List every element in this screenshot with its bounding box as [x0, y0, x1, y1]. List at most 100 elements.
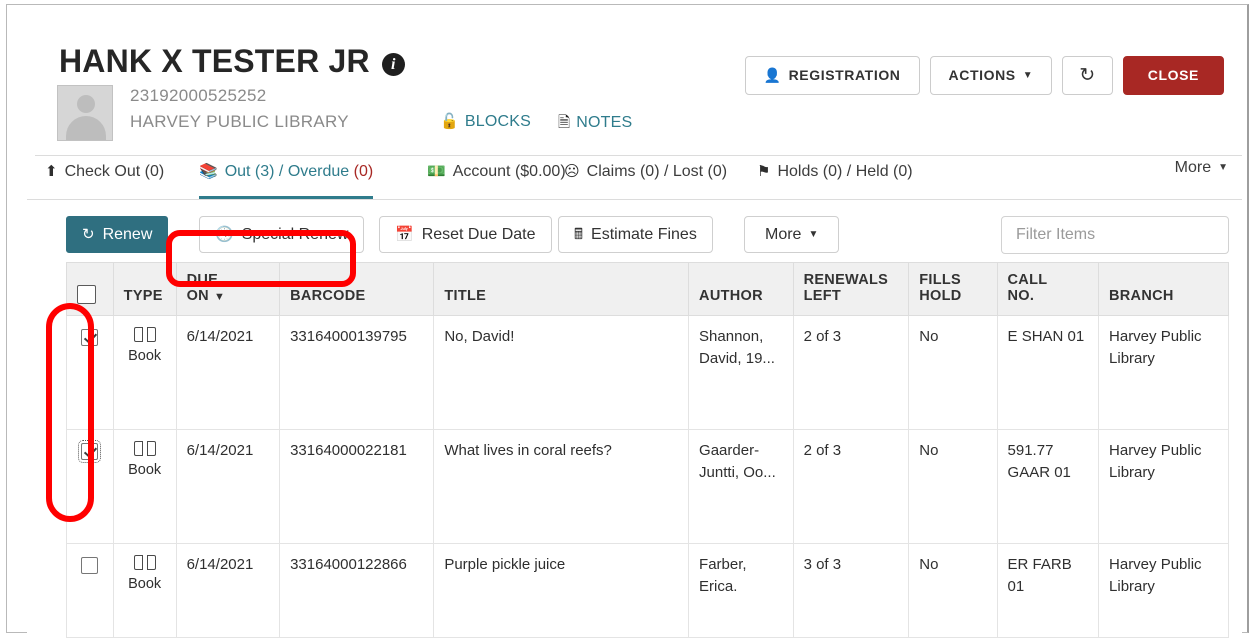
cell-title: Purple pickle juice: [433, 543, 690, 638]
items-grid-wrapper: TYPE DUE ON ▼ BARCODE TITLE AUTHOR RENEWA…: [66, 262, 1229, 638]
cell-type-label: Book: [128, 576, 162, 592]
tab-more-dropdown[interactable]: More ▼: [1175, 159, 1228, 177]
frown-face-icon: ☹: [564, 163, 580, 180]
upload-icon: ⬆: [45, 163, 58, 180]
cell-author: Farber, Erica.: [688, 543, 794, 638]
tab-holds-held[interactable]: ⚑ Holds (0) / Held (0): [757, 157, 913, 193]
column-header-type[interactable]: TYPE: [112, 262, 177, 316]
column-header-call-no[interactable]: CALL NO.: [996, 262, 1100, 316]
column-header-author[interactable]: AUTHOR: [688, 262, 794, 316]
column-header-fills-line2: HOLD: [919, 288, 962, 304]
cell-type: Book: [112, 429, 177, 544]
select-all-checkbox[interactable]: [77, 285, 96, 304]
column-header-due-line1: DUE: [186, 272, 219, 288]
tab-account[interactable]: 💵 Account ($0.00): [427, 157, 566, 193]
avatar: [57, 85, 113, 141]
cell-fills-hold: No: [908, 429, 998, 544]
tab-out-overdue-count: (0): [353, 163, 374, 180]
column-header-call-line1: CALL: [1007, 272, 1048, 288]
reset-due-date-button[interactable]: 📅 Reset Due Date: [379, 216, 552, 253]
refresh-icon: ↻: [1079, 65, 1096, 86]
cell-call-no: ER FARB 01: [996, 543, 1100, 638]
tab-out-overdue[interactable]: 📚 Out (3) / Overdue (0): [199, 157, 374, 199]
cell-barcode: 33164000139795: [279, 315, 435, 430]
patron-home-library: HARVEY PUBLIC LIBRARY: [130, 112, 349, 131]
screenshot-root: HANK X TESTER JR i 23192000525252 HARVEY …: [0, 0, 1259, 640]
cell-type: Book: [112, 543, 177, 638]
book-icon-right-page: [146, 441, 156, 456]
column-header-title[interactable]: TITLE: [433, 262, 690, 316]
column-header-renewals-left[interactable]: RENEWALS LEFT: [792, 262, 910, 316]
actions-dropdown-button[interactable]: ACTIONS ▼: [929, 56, 1053, 95]
row-select-cell[interactable]: [66, 315, 114, 430]
close-label: CLOSE: [1147, 67, 1199, 83]
tab-check-out-label: Check Out (0): [64, 163, 165, 180]
cell-author: Shannon, David, 19...: [688, 315, 794, 430]
actions-label: ACTIONS: [948, 67, 1016, 83]
cell-renewals-left: 3 of 3: [792, 543, 910, 638]
table-row[interactable]: Book 6/14/2021 33164000122866 Purple pic…: [66, 543, 1229, 638]
tab-claims-lost[interactable]: ☹ Claims (0) / Lost (0): [564, 157, 727, 193]
toolbar-more-button[interactable]: More ▼: [744, 216, 840, 253]
tab-check-out[interactable]: ⬆ Check Out (0): [45, 157, 164, 193]
blocks-label: BLOCKS: [464, 113, 532, 130]
registration-button[interactable]: 👤 REGISTRATION: [744, 56, 920, 95]
tab-claims-label: Claims (0) / Lost (0): [586, 163, 728, 180]
estimate-fines-button[interactable]: 🖩 Estimate Fines: [558, 216, 713, 253]
registration-label: REGISTRATION: [788, 67, 901, 83]
column-header-fills-hold[interactable]: FILLS HOLD: [908, 262, 998, 316]
page-title: HANK X TESTER JR i: [59, 43, 405, 80]
cell-fills-hold: No: [908, 315, 998, 430]
cell-due-on: 6/14/2021: [175, 543, 281, 638]
table-row[interactable]: Book 6/14/2021 33164000022181 What lives…: [66, 429, 1229, 544]
calculator-icon: 🖩: [574, 226, 584, 243]
tab-more-label: More: [1174, 159, 1212, 176]
book-icon-right-page: [146, 555, 156, 570]
sort-descending-icon: ▼: [213, 291, 226, 303]
patron-tab-bar: ⬆ Check Out (0) 📚 Out (3) / Overdue (0) 💵 A…: [27, 153, 1242, 200]
window-frame: HANK X TESTER JR i 23192000525252 HARVEY …: [6, 4, 1249, 640]
blocks-link[interactable]: 🔓 BLOCKS: [440, 112, 531, 131]
items-toolbar: ↻ Renew 🕔 Special Renew 📅 Reset Due Date 🖩 E…: [27, 200, 1242, 262]
book-icon: [133, 555, 156, 571]
table-row[interactable]: Book 6/14/2021 33164000139795 No, David!…: [66, 315, 1229, 430]
row-checkbox[interactable]: [81, 328, 99, 346]
chevron-down-icon: ▼: [1218, 162, 1228, 173]
row-select-cell[interactable]: [66, 429, 114, 544]
calendar-icon: 📅: [395, 226, 414, 243]
column-header-barcode[interactable]: BARCODE: [279, 262, 435, 316]
column-header-renewals-line1: RENEWALS: [803, 272, 889, 288]
column-header-call-line2: NO.: [1007, 288, 1035, 304]
cell-title: No, David!: [433, 315, 690, 430]
tab-account-label: Account ($0.00): [452, 163, 566, 180]
cell-renewals-left: 2 of 3: [792, 315, 910, 430]
column-header-branch[interactable]: BRANCH: [1098, 262, 1229, 316]
row-checkbox[interactable]: [81, 556, 99, 574]
patron-barcode: 23192000525252: [130, 86, 267, 105]
estimate-fines-label: Estimate Fines: [591, 226, 697, 243]
chevron-down-icon: ▼: [1022, 70, 1034, 81]
clock-icon: 🕔: [215, 226, 234, 243]
cell-branch: Harvey Public Library: [1098, 429, 1229, 544]
column-header-select-all[interactable]: [66, 262, 114, 316]
cell-renewals-left: 2 of 3: [792, 429, 910, 544]
special-renew-label: Special Renew: [241, 226, 349, 243]
table-header: TYPE DUE ON ▼ BARCODE TITLE AUTHOR RENEWA…: [66, 262, 1229, 316]
special-renew-button[interactable]: 🕔 Special Renew: [199, 216, 365, 253]
cell-fills-hold: No: [908, 543, 998, 638]
book-icon: [133, 441, 156, 457]
column-header-fills-line1: FILLS: [919, 272, 962, 288]
column-header-due-on[interactable]: DUE ON ▼: [175, 262, 281, 316]
cell-branch: Harvey Public Library: [1098, 543, 1229, 638]
filter-items-input[interactable]: [1001, 216, 1229, 254]
notes-link[interactable]: 🗎 NOTES: [558, 112, 632, 137]
close-button[interactable]: CLOSE: [1122, 56, 1224, 95]
cell-barcode: 33164000022181: [279, 429, 435, 544]
renew-button[interactable]: ↻ Renew: [66, 216, 169, 253]
info-icon[interactable]: i: [381, 53, 405, 76]
books-icon: 📚: [199, 163, 218, 180]
row-select-cell[interactable]: [66, 543, 114, 638]
row-checkbox[interactable]: [78, 439, 102, 463]
person-icon: 👤: [763, 67, 782, 83]
refresh-button[interactable]: ↻: [1062, 56, 1113, 95]
